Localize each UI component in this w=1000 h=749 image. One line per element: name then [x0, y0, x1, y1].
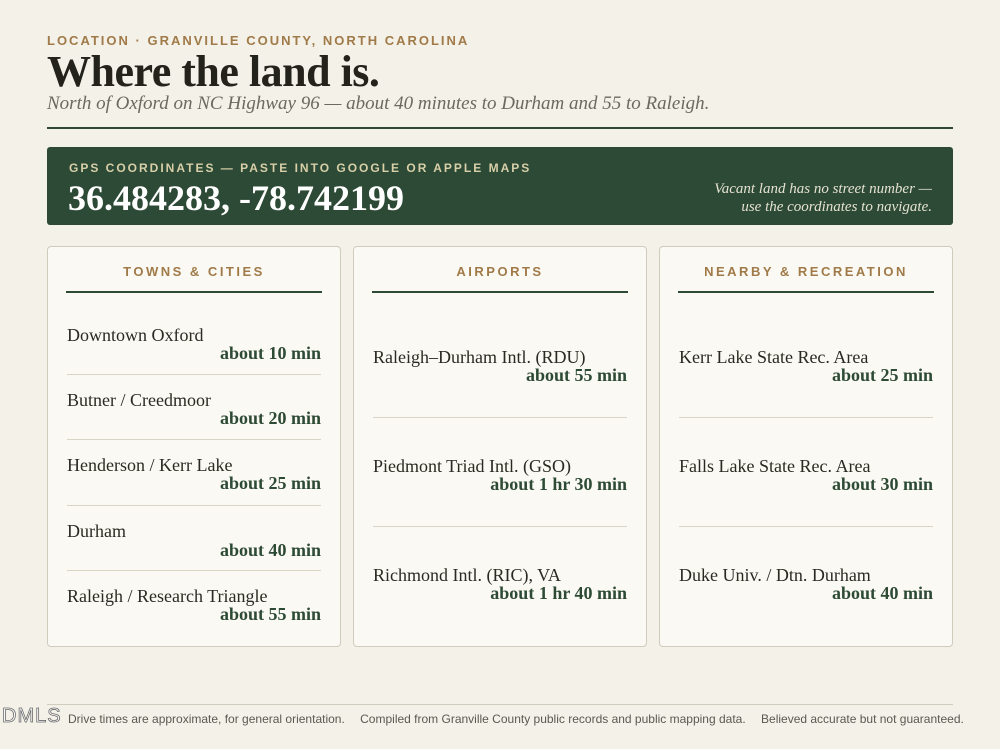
header-divider [47, 127, 953, 129]
card-divider [372, 291, 628, 293]
item-divider [67, 374, 321, 375]
drive-time: about 55 min [525, 365, 627, 385]
place-name: Raleigh / Research Triangle [67, 586, 268, 606]
card-divider [678, 291, 934, 293]
place-name: Falls Lake State Rec. Area [679, 456, 871, 476]
page-subtitle: North of Oxford on NC Highway 96 — about… [47, 93, 710, 114]
place-name: Raleigh–Durham Intl. (RDU) [373, 347, 586, 367]
card-title: TOWNS & CITIES [123, 264, 265, 279]
drive-time: about 25 min [219, 473, 321, 493]
list-item: Downtown Oxford about 10 min [67, 325, 321, 363]
drive-time: about 1 hr 30 min [490, 474, 627, 494]
drive-time: about 20 min [219, 408, 321, 428]
footer-disclaimer: Drive times are approximate, for general… [68, 712, 964, 726]
drive-time: about 55 min [219, 604, 321, 624]
eyebrow-label: LOCATION · GRANVILLE COUNTY, NORTH CAROL… [47, 33, 470, 48]
list-item: Durham about 40 min [67, 521, 321, 560]
drive-time: about 1 hr 40 min [490, 583, 627, 603]
item-divider [67, 505, 321, 506]
list-item: Falls Lake State Rec. Area about 30 min [679, 456, 933, 494]
drive-time: about 40 min [831, 583, 933, 603]
place-name: Richmond Intl. (RIC), VA [373, 565, 561, 585]
mls-logo: DMLS [2, 705, 62, 728]
list-item: Duke Univ. / Dtn. Durham about 40 min [679, 565, 933, 603]
place-name: Kerr Lake State Rec. Area [679, 347, 869, 367]
card-airports: AIRPORTS Raleigh–Durham Intl. (RDU) abou… [353, 246, 647, 647]
item-divider [679, 526, 933, 527]
item-divider [67, 439, 321, 440]
place-name: Butner / Creedmoor [67, 390, 211, 410]
place-name: Downtown Oxford [67, 325, 204, 345]
place-name: Durham [67, 521, 126, 541]
card-divider [66, 291, 322, 293]
item-divider [67, 570, 321, 571]
footer-note-3: Believed accurate but not guaranteed. [761, 712, 964, 726]
place-name: Duke Univ. / Dtn. Durham [679, 565, 871, 585]
drive-time: about 40 min [219, 540, 321, 560]
gps-note: Vacant land has no street number — use t… [714, 180, 932, 216]
drive-time: about 25 min [831, 365, 933, 385]
list-item: Raleigh–Durham Intl. (RDU) about 55 min [373, 347, 627, 385]
footer-note-2: Compiled from Granville County public re… [360, 712, 746, 726]
item-divider [373, 417, 627, 418]
list-item: Piedmont Triad Intl. (GSO) about 1 hr 30… [373, 456, 627, 494]
gps-panel: GPS COORDINATES — PASTE INTO GOOGLE OR A… [47, 147, 953, 225]
card-towns-cities: TOWNS & CITIES Downtown Oxford about 10 … [47, 246, 341, 647]
gps-note-line-2: use the coordinates to navigate. [741, 199, 932, 215]
card-title: AIRPORTS [456, 264, 544, 279]
gps-note-line-1: Vacant land has no street number — [714, 181, 932, 197]
footer-note-1: Drive times are approximate, for general… [68, 712, 345, 726]
list-item: Butner / Creedmoor about 20 min [67, 390, 321, 428]
card-nearby-recreation: NEARBY & RECREATION Kerr Lake State Rec.… [659, 246, 953, 647]
place-name: Piedmont Triad Intl. (GSO) [373, 456, 572, 476]
gps-label: GPS COORDINATES — PASTE INTO GOOGLE OR A… [69, 161, 532, 175]
page-title: Where the land is. [47, 47, 380, 96]
item-divider [679, 417, 933, 418]
footer-divider [47, 704, 953, 705]
list-item: Richmond Intl. (RIC), VA about 1 hr 40 m… [373, 565, 627, 603]
drive-time: about 30 min [831, 474, 933, 494]
drive-time: about 10 min [219, 343, 321, 363]
card-title: NEARBY & RECREATION [704, 264, 908, 279]
place-name: Henderson / Kerr Lake [67, 455, 233, 475]
item-divider [373, 526, 627, 527]
list-item: Raleigh / Research Triangle about 55 min [67, 586, 321, 624]
list-item: Henderson / Kerr Lake about 25 min [67, 455, 321, 493]
list-item: Kerr Lake State Rec. Area about 25 min [679, 347, 933, 385]
gps-coordinates[interactable]: 36.484283, -78.742199 [68, 177, 404, 219]
